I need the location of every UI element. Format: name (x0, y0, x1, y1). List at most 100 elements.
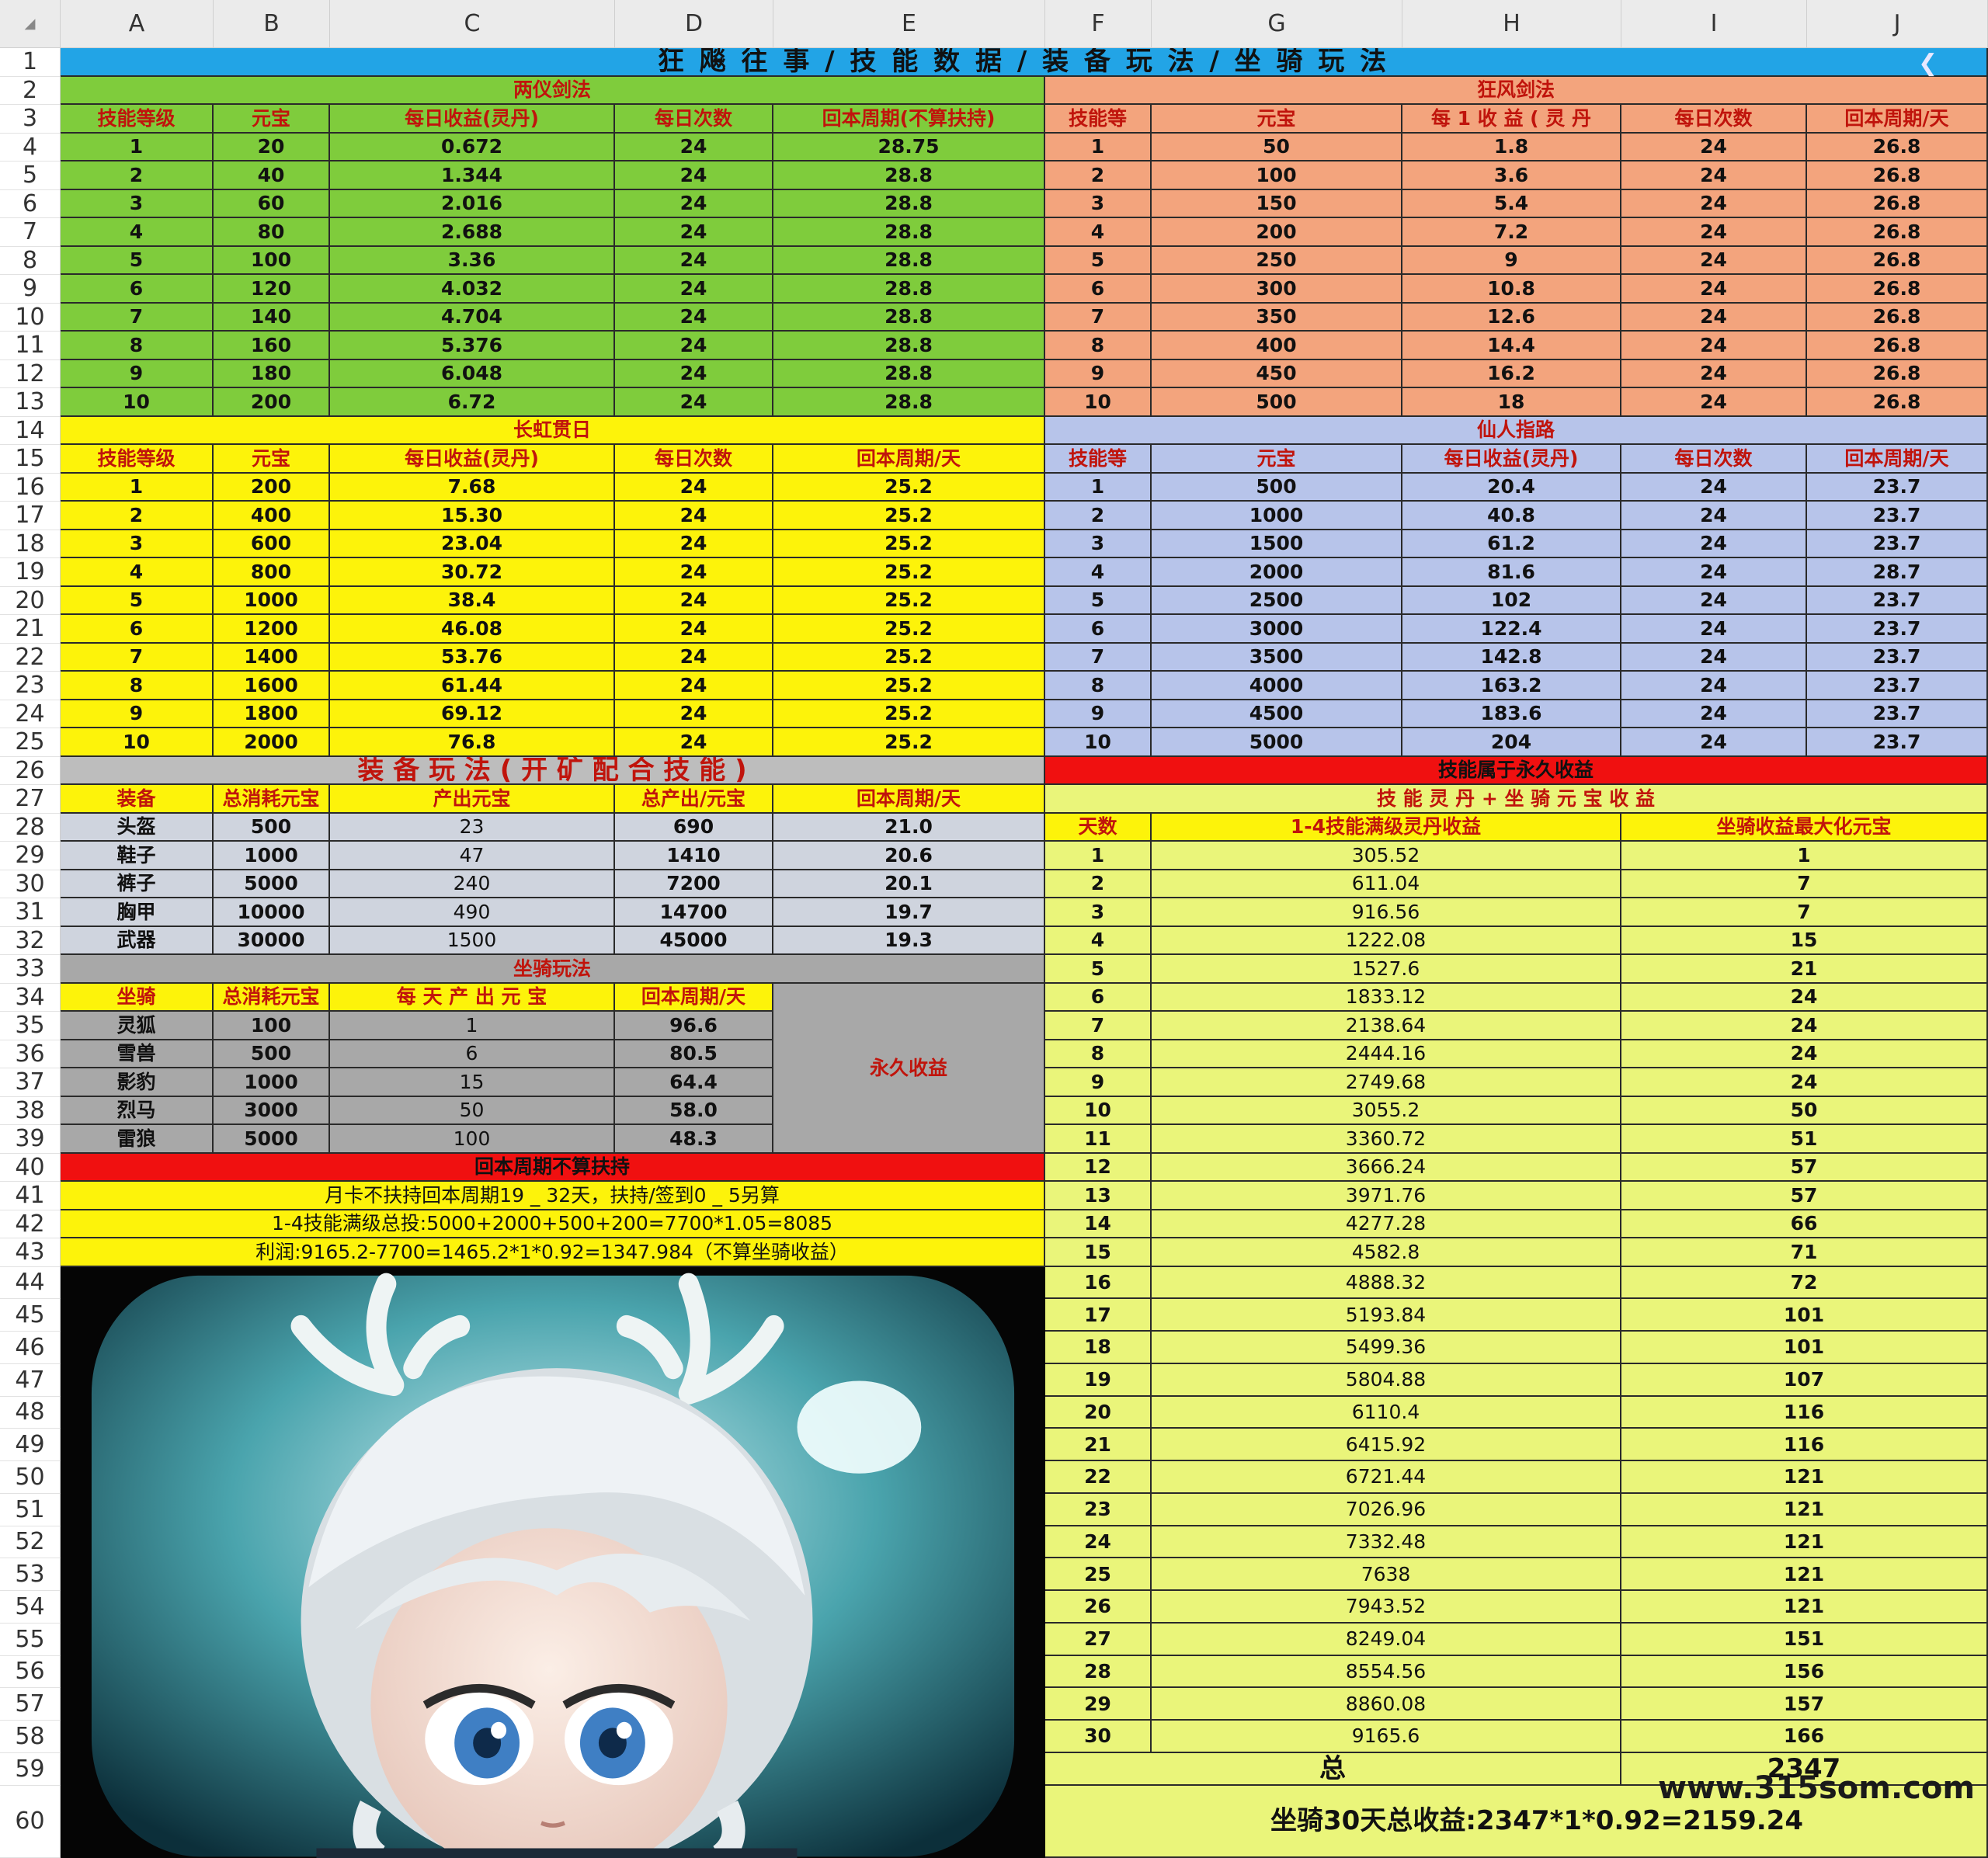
row-header-43[interactable]: 43 (0, 1238, 61, 1267)
daily-day: 4 (1045, 926, 1152, 955)
kuangfeng-cell: 3.6 (1402, 161, 1621, 190)
row-header-2[interactable]: 2 (0, 76, 61, 105)
liangyi-cell: 2 (61, 161, 214, 190)
row-header-41[interactable]: 41 (0, 1182, 61, 1210)
liangyi-cell: 6.048 (330, 359, 615, 388)
row-header-19[interactable]: 19 (0, 558, 61, 587)
mount-header-1: 坐骑 (61, 983, 214, 1012)
row-header-3[interactable]: 3 (0, 105, 61, 134)
row-header-39[interactable]: 39 (0, 1125, 61, 1154)
column-header-i[interactable]: I (1621, 0, 1807, 48)
row-header-4[interactable]: 4 (0, 133, 61, 161)
column-header-g[interactable]: G (1152, 0, 1402, 48)
kuangfeng-cell: 24 (1621, 161, 1807, 190)
row-header-31[interactable]: 31 (0, 898, 61, 927)
row-header-49[interactable]: 49 (0, 1429, 61, 1461)
row-header-28[interactable]: 28 (0, 813, 61, 842)
row-header-14[interactable]: 14 (0, 416, 61, 445)
row-header-38[interactable]: 38 (0, 1096, 61, 1125)
chevron-left-icon[interactable]: ❮ (1918, 50, 1938, 77)
column-header-f[interactable]: F (1045, 0, 1152, 48)
row-header-47[interactable]: 47 (0, 1363, 61, 1397)
column-header-c[interactable]: C (330, 0, 615, 48)
row-header-51[interactable]: 51 (0, 1493, 61, 1526)
row-header-26[interactable]: 26 (0, 756, 61, 785)
row-header-6[interactable]: 6 (0, 189, 61, 218)
row-header-21[interactable]: 21 (0, 615, 61, 644)
row-header-46[interactable]: 46 (0, 1332, 61, 1364)
row-header-60[interactable]: 60 (0, 1785, 61, 1858)
row-header-16[interactable]: 16 (0, 473, 61, 502)
row-header-8[interactable]: 8 (0, 246, 61, 275)
mount-cell: 影豹 (61, 1068, 214, 1097)
row-header-40[interactable]: 40 (0, 1153, 61, 1182)
row-header-30[interactable]: 30 (0, 870, 61, 898)
row-header-37[interactable]: 37 (0, 1068, 61, 1097)
row-header-59[interactable]: 59 (0, 1752, 61, 1786)
kuangfeng-header-2: 元宝 (1152, 105, 1402, 134)
daily-mount-value: 24 (1621, 1040, 1988, 1068)
equip-header-3: 产出元宝 (330, 785, 615, 814)
liangyi-header-2: 元宝 (214, 105, 330, 134)
row-header-23[interactable]: 23 (0, 672, 61, 700)
xianren-cell: 23.7 (1807, 502, 1988, 530)
kuangfeng-cell: 24 (1621, 332, 1807, 360)
row-header-11[interactable]: 11 (0, 332, 61, 360)
changhong-cell: 24 (615, 672, 773, 700)
kuangfeng-cell: 1.8 (1402, 133, 1621, 161)
column-header-a[interactable]: A (61, 0, 214, 48)
xianren-cell: 8 (1045, 672, 1152, 700)
column-header-h[interactable]: H (1402, 0, 1621, 48)
daily-day: 18 (1045, 1332, 1152, 1364)
row-header-13[interactable]: 13 (0, 388, 61, 417)
row-header-36[interactable]: 36 (0, 1040, 61, 1068)
row-header-33[interactable]: 33 (0, 955, 61, 984)
row-header-24[interactable]: 24 (0, 700, 61, 728)
column-header-b[interactable]: B (214, 0, 330, 48)
row-header-58[interactable]: 58 (0, 1721, 61, 1753)
row-header-17[interactable]: 17 (0, 502, 61, 530)
equip-cell: 21.0 (773, 813, 1045, 842)
row-header-57[interactable]: 57 (0, 1688, 61, 1721)
row-header-52[interactable]: 52 (0, 1526, 61, 1559)
row-header-9[interactable]: 9 (0, 275, 61, 304)
row-header-50[interactable]: 50 (0, 1461, 61, 1494)
equip-cell: 47 (330, 842, 615, 870)
row-header-45[interactable]: 45 (0, 1299, 61, 1332)
row-header-35[interactable]: 35 (0, 1012, 61, 1040)
row-header-25[interactable]: 25 (0, 728, 61, 757)
xianren-cell: 3500 (1152, 643, 1402, 672)
row-header-32[interactable]: 32 (0, 926, 61, 955)
row-header-12[interactable]: 12 (0, 359, 61, 388)
row-header-44[interactable]: 44 (0, 1266, 61, 1300)
column-header-j[interactable]: J (1807, 0, 1988, 48)
row-header-34[interactable]: 34 (0, 983, 61, 1012)
row-header-48[interactable]: 48 (0, 1396, 61, 1429)
select-all-corner[interactable]: ◢ (0, 0, 61, 48)
row-header-7[interactable]: 7 (0, 218, 61, 247)
row-header-29[interactable]: 29 (0, 842, 61, 870)
row-header-15[interactable]: 15 (0, 445, 61, 474)
row-header-22[interactable]: 22 (0, 643, 61, 672)
kuangfeng-header-4: 每日次数 (1621, 105, 1807, 134)
row-header-10[interactable]: 10 (0, 303, 61, 332)
daily-skill-value: 5804.88 (1152, 1363, 1621, 1397)
row-header-20[interactable]: 20 (0, 586, 61, 615)
column-header-e[interactable]: E (773, 0, 1045, 48)
liangyi-cell: 28.8 (773, 189, 1045, 218)
row-header-54[interactable]: 54 (0, 1591, 61, 1624)
kuangfeng-cell: 200 (1152, 218, 1402, 247)
row-header-27[interactable]: 27 (0, 785, 61, 814)
daily-header-mount: 坐骑收益最大化元宝 (1621, 813, 1988, 842)
row-header-18[interactable]: 18 (0, 530, 61, 558)
liangyi-cell: 24 (615, 133, 773, 161)
row-header-42[interactable]: 42 (0, 1210, 61, 1238)
changhong-cell: 61.44 (330, 672, 615, 700)
column-header-d[interactable]: D (615, 0, 773, 48)
row-header-56[interactable]: 56 (0, 1655, 61, 1689)
daily-day: 3 (1045, 898, 1152, 927)
row-header-53[interactable]: 53 (0, 1558, 61, 1591)
row-header-5[interactable]: 5 (0, 161, 61, 190)
row-header-1[interactable]: 1 (0, 48, 61, 77)
row-header-55[interactable]: 55 (0, 1623, 61, 1656)
